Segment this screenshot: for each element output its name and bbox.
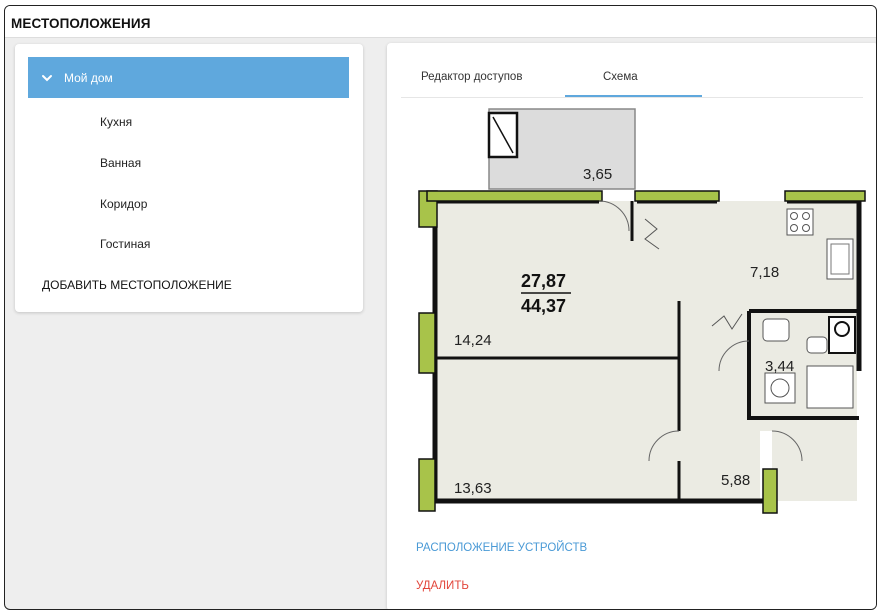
tree-item-hallway[interactable]: Коридор	[100, 197, 147, 211]
total-area-label: 44,37	[521, 296, 566, 316]
floor-plan[interactable]: 3,65 7,18 14,24 3,44 13,63 5,88 27,87 44…	[387, 101, 877, 541]
toilet-icon	[806, 336, 828, 354]
tree-item-my-home[interactable]: Мой дом	[28, 57, 349, 98]
locations-panel: Мой дом Кухня Ванная Коридор Гостиная ДО…	[15, 44, 363, 312]
tab-scheme[interactable]: Схема	[603, 71, 638, 83]
room-area-label: 14,24	[454, 332, 492, 349]
room-area-label: 3,44	[765, 358, 794, 375]
tree-item-label: Мой дом	[64, 70, 113, 85]
room-area-label: 3,65	[583, 166, 612, 183]
delete-button[interactable]: УДАЛИТЬ	[416, 580, 469, 592]
room-area-label: 7,18	[750, 264, 779, 281]
tree-item-living-room[interactable]: Гостиная	[100, 237, 150, 251]
page-title: МЕСТОПОЛОЖЕНИЯ	[5, 6, 876, 38]
active-tab-indicator	[565, 95, 702, 97]
locations-window: МЕСТОПОЛОЖЕНИЯ Мой дом Кухня Ванная Кори…	[4, 5, 877, 610]
washer-icon	[764, 372, 796, 404]
tab-bar: Редактор доступов Схема	[401, 43, 863, 98]
chevron-down-icon[interactable]	[40, 71, 54, 85]
living-area-label: 27,87	[521, 271, 566, 291]
washbasin-icon	[762, 318, 790, 342]
details-panel: Редактор доступов Схема 3,65 7,18 14,24 …	[387, 43, 877, 609]
room-area-label: 5,88	[721, 472, 750, 489]
tab-access-editor[interactable]: Редактор доступов	[421, 71, 522, 83]
tree-item-bathroom[interactable]: Ванная	[100, 156, 141, 170]
room-area-label: 13,63	[454, 480, 492, 497]
shower-icon	[806, 365, 854, 409]
tree-item-kitchen[interactable]: Кухня	[100, 115, 132, 129]
stove-icon	[786, 208, 814, 236]
device-placement-button[interactable]: РАСПОЛОЖЕНИЕ УСТРОЙСТВ	[416, 542, 587, 554]
add-location-button[interactable]: ДОБАВИТЬ МЕСТОПОЛОЖЕНИЕ	[42, 278, 232, 292]
